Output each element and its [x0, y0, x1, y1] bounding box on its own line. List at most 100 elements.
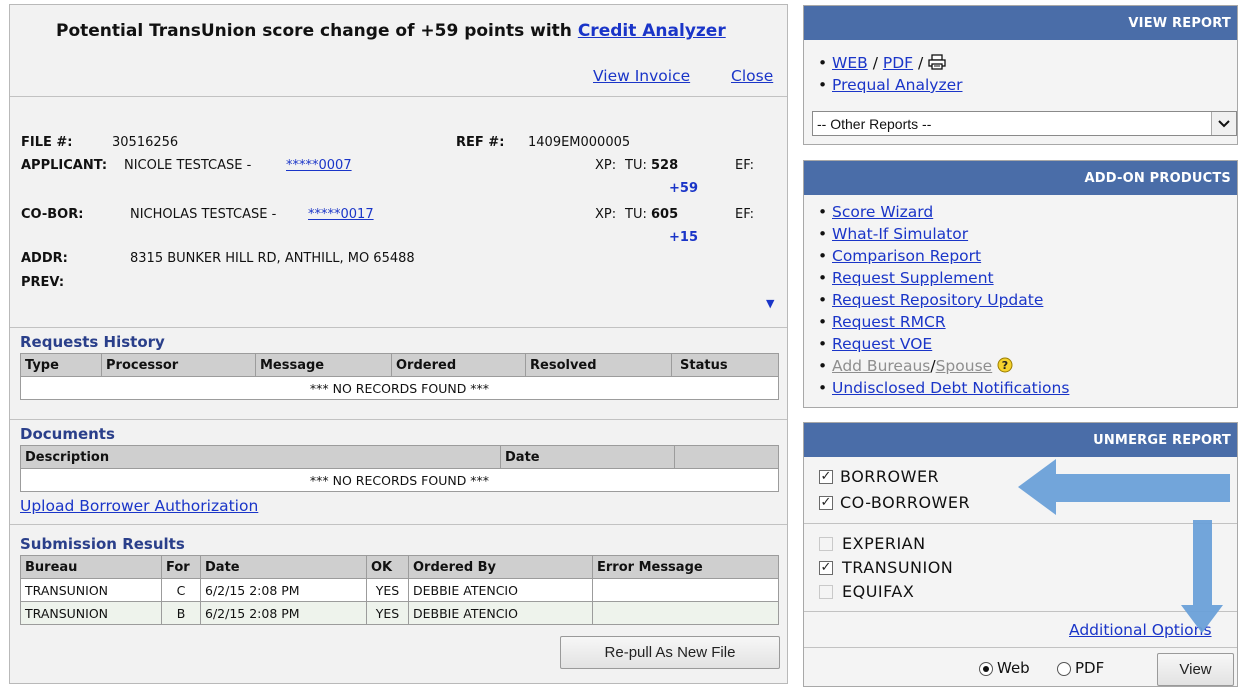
borrower-label: BORROWER — [840, 467, 940, 486]
column-header: Type — [20, 353, 102, 377]
address-label: ADDR: — [21, 251, 68, 266]
web-radio[interactable] — [979, 662, 993, 676]
bullet: • — [818, 225, 828, 243]
column-header: Error Message — [592, 555, 779, 579]
printer-icon[interactable] — [928, 54, 946, 74]
list-item: • Score Wizard — [818, 203, 933, 221]
spouse-link[interactable]: Spouse — [936, 357, 993, 375]
column-header: Bureau — [20, 555, 162, 579]
report-format-links: • WEB / PDF / — [818, 54, 946, 74]
score-wizard-link[interactable]: Score Wizard — [832, 203, 933, 221]
column-header: Ordered By — [408, 555, 593, 579]
table-row: TRANSUNION B 6/2/15 2:08 PM YES DEBBIE A… — [20, 601, 779, 625]
bullet: • — [818, 54, 828, 72]
no-records-text: *** NO RECORDS FOUND *** — [20, 468, 779, 492]
equifax-checkbox[interactable] — [819, 585, 833, 599]
headline-text: Potential TransUnion score change of +59… — [56, 21, 572, 41]
separator: / — [872, 54, 878, 72]
ordered-by-cell: DEBBIE ATENCIO — [408, 578, 593, 602]
question-circle-icon[interactable]: ? — [997, 357, 1013, 377]
chevron-down-icon[interactable] — [1211, 112, 1236, 135]
bullet: • — [818, 76, 828, 94]
transunion-label: TRANSUNION — [842, 558, 954, 577]
bullet: • — [818, 291, 828, 309]
coborrower-ssn-link[interactable]: *****0017 — [308, 207, 374, 222]
list-item: • What-If Simulator — [818, 225, 968, 243]
pdf-radio-label: PDF — [1075, 659, 1105, 677]
transunion-checkbox[interactable]: ✓ — [819, 561, 833, 575]
coborrower-checkbox[interactable]: ✓ — [819, 496, 833, 510]
other-reports-select[interactable]: -- Other Reports -- — [812, 111, 1237, 136]
column-header: OK — [366, 555, 409, 579]
what-if-simulator-link[interactable]: What-If Simulator — [832, 225, 968, 243]
request-voe-link[interactable]: Request VOE — [832, 335, 932, 353]
request-rmcr-link[interactable]: Request RMCR — [832, 313, 946, 331]
bullet: • — [818, 313, 828, 331]
comparison-report-link[interactable]: Comparison Report — [832, 247, 981, 265]
pdf-report-link[interactable]: PDF — [883, 54, 913, 72]
borrower-checkbox[interactable]: ✓ — [819, 470, 833, 484]
xp-label: XP: — [595, 158, 617, 173]
divider — [10, 419, 787, 420]
list-item: • Request Repository Update — [818, 291, 1043, 309]
experian-checkbox[interactable] — [819, 537, 833, 551]
ref-label: REF #: — [456, 135, 505, 150]
credit-analyzer-link[interactable]: Credit Analyzer — [578, 21, 726, 41]
close-link[interactable]: Close — [731, 67, 773, 85]
table-row: TRANSUNION C 6/2/15 2:08 PM YES DEBBIE A… — [20, 578, 779, 602]
list-item: • Add Bureaus/Spouse ? — [818, 357, 1013, 377]
bureau-cell: TRANSUNION — [20, 578, 162, 602]
requests-history-title: Requests History — [20, 333, 165, 351]
add-bureaus-link[interactable]: Add Bureaus — [832, 357, 930, 375]
view-button[interactable]: View — [1157, 653, 1234, 686]
table-header-row: Type Processor Message Ordered Resolved … — [20, 353, 779, 377]
pdf-radio[interactable] — [1057, 662, 1071, 676]
separator: / — [918, 54, 924, 72]
list-item: • Request RMCR — [818, 313, 946, 331]
date-cell: 6/2/15 2:08 PM — [200, 578, 367, 602]
bullet: • — [818, 247, 828, 265]
divider — [10, 96, 787, 97]
coborrower-tu-change: +15 — [669, 230, 698, 245]
bullet: • — [818, 203, 828, 221]
list-item: • Request VOE — [818, 335, 932, 353]
ef-label: EF: — [735, 158, 755, 173]
tu-label-2: TU: — [625, 207, 647, 222]
for-cell: C — [161, 578, 201, 602]
upload-authorization-link[interactable]: Upload Borrower Authorization — [20, 497, 258, 515]
divider — [10, 327, 787, 328]
request-repository-update-link[interactable]: Request Repository Update — [832, 291, 1043, 309]
web-radio-label: Web — [997, 659, 1030, 677]
repull-button[interactable]: Re-pull As New File — [560, 636, 780, 669]
equifax-label: EQUIFAX — [842, 582, 915, 601]
file-number: 30516256 — [112, 135, 179, 150]
web-report-link[interactable]: WEB — [832, 54, 868, 72]
view-invoice-link[interactable]: View Invoice — [593, 67, 690, 85]
unmerge-report-header: UNMERGE REPORT — [804, 423, 1237, 457]
address-value: 8315 BUNKER HILL RD, ANTHILL, MO 65488 — [130, 251, 415, 266]
date-cell: 6/2/15 2:08 PM — [200, 601, 367, 625]
undisclosed-debt-link[interactable]: Undisclosed Debt Notifications — [832, 379, 1069, 397]
table-row: *** NO RECORDS FOUND *** — [20, 376, 779, 400]
ordered-by-cell: DEBBIE ATENCIO — [408, 601, 593, 625]
requests-history-table: Type Processor Message Ordered Resolved … — [20, 353, 779, 400]
triangle-down-icon[interactable]: ▼ — [766, 297, 774, 310]
column-header: Resolved — [525, 353, 672, 377]
annotation-arrows — [1018, 459, 1230, 633]
report-panel: Potential TransUnion score change of +59… — [9, 4, 788, 684]
down-arrow-annotation — [1181, 520, 1223, 633]
coborrower-label: CO-BOR: — [21, 207, 84, 222]
prequal-analyzer-link[interactable]: Prequal Analyzer — [832, 76, 963, 94]
column-header: Processor — [101, 353, 256, 377]
request-supplement-link[interactable]: Request Supplement — [832, 269, 994, 287]
left-arrow-annotation — [1018, 459, 1230, 515]
list-item: • Undisclosed Debt Notifications — [818, 379, 1069, 397]
list-item: • Request Supplement — [818, 269, 994, 287]
ok-cell: YES — [366, 578, 409, 602]
applicant-ssn-link[interactable]: *****0007 — [286, 158, 352, 173]
applicant-name: NICOLE TESTCASE - — [124, 158, 252, 173]
score-change-headline: Potential TransUnion score change of +59… — [56, 21, 726, 41]
applicant-tu-change: +59 — [669, 181, 698, 196]
addon-products-header: ADD-ON PRODUCTS — [804, 161, 1237, 195]
coborrower-label: CO-BORROWER — [840, 493, 971, 512]
